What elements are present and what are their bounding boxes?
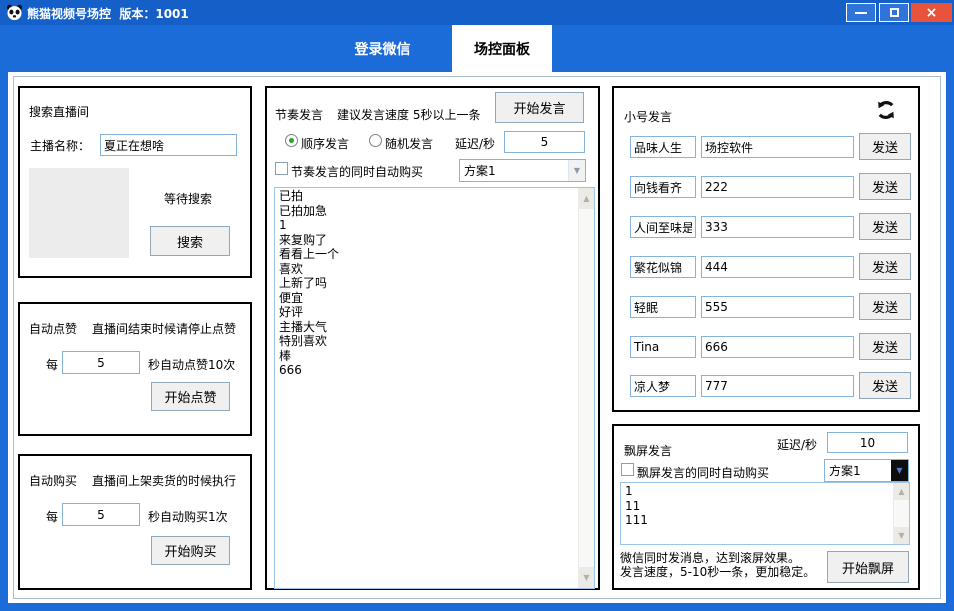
account-message-input[interactable] — [701, 296, 854, 318]
search-status-text: 等待搜索 — [164, 190, 212, 207]
radio-sequential-label: 顺序发言 — [301, 135, 349, 152]
auto-like-panel: 自动点赞 直播间结束时候请停止点赞 每 秒自动点赞10次 开始点赞 — [18, 302, 252, 436]
send-button[interactable]: 发送 — [859, 133, 911, 160]
refresh-icon[interactable] — [874, 98, 898, 122]
rhythm-plan-value: 方案1 — [460, 162, 568, 179]
buy-interval-input[interactable] — [62, 503, 140, 526]
chevron-down-icon: ▼ — [568, 160, 585, 181]
floating-messages-text[interactable]: 1 11 111 — [621, 483, 893, 544]
accounts-title: 小号发言 — [624, 108, 672, 125]
floating-speech-panel: 飘屏发言 延迟/秒 飘屏发言的同时自动购买 方案1 ▼ 1 11 111 ▲ ▼… — [612, 424, 920, 590]
buy-every-label: 每 — [46, 508, 58, 525]
account-message-input[interactable] — [701, 136, 854, 158]
anchor-name-label: 主播名称： — [30, 137, 90, 154]
start-speech-button[interactable]: 开始发言 — [495, 92, 584, 123]
floating-autobuy-label: 飘屏发言的同时自动购买 — [637, 464, 769, 481]
maximize-button[interactable] — [879, 3, 909, 22]
send-button[interactable]: 发送 — [859, 293, 911, 320]
radio-random-speech[interactable] — [369, 134, 382, 147]
small-accounts-panel: 小号发言 发送 发送 — [612, 86, 920, 412]
account-name-input[interactable] — [630, 256, 696, 278]
send-button[interactable]: 发送 — [859, 213, 911, 240]
buy-suffix-label: 秒自动购买1次 — [148, 508, 228, 525]
chevron-down-icon: ▼ — [891, 460, 908, 481]
scroll-down-icon[interactable]: ▼ — [894, 527, 909, 544]
maximize-icon — [890, 8, 899, 17]
start-floating-button[interactable]: 开始飘屏 — [827, 551, 909, 583]
floating-delay-input[interactable] — [827, 432, 908, 453]
account-name-input[interactable] — [630, 296, 696, 318]
window-title: 熊猫视频号场控 版本：1001 — [27, 5, 189, 22]
send-button[interactable]: 发送 — [859, 333, 911, 360]
auto-buy-title: 自动购买 — [29, 472, 77, 489]
anchor-name-input[interactable] — [100, 134, 237, 156]
main-content: 搜索直播间 主播名称： 等待搜索 搜索 自动点赞 直播间结束时候请停止点赞 每 … — [8, 72, 946, 603]
like-every-label: 每 — [46, 356, 58, 373]
rhythm-autobuy-checkbox[interactable] — [275, 162, 288, 175]
floating-autobuy-checkbox[interactable] — [621, 463, 634, 476]
auto-buy-hint: 直播间上架卖货的时候执行 — [92, 472, 236, 489]
account-name-input[interactable] — [630, 375, 696, 397]
title-bar: 熊猫视频号场控 版本：1001 × — [0, 0, 954, 25]
panda-logo-icon — [6, 4, 23, 21]
floating-scrollbar[interactable]: ▲ ▼ — [893, 483, 909, 544]
radio-random-label: 随机发言 — [385, 135, 433, 152]
account-name-input[interactable] — [630, 336, 696, 358]
tab-login-wechat[interactable]: 登录微信 — [330, 25, 435, 72]
account-message-input[interactable] — [701, 256, 854, 278]
send-button[interactable]: 发送 — [859, 253, 911, 280]
floating-plan-value: 方案1 — [825, 462, 891, 479]
rhythm-speech-panel: 节奏发言 建议发言速度 5秒以上一条 开始发言 顺序发言 随机发言 延迟/秒 节… — [265, 86, 600, 590]
auto-like-title: 自动点赞 — [29, 320, 77, 337]
like-interval-input[interactable] — [62, 351, 140, 374]
start-like-button[interactable]: 开始点赞 — [151, 382, 230, 411]
account-name-input[interactable] — [630, 216, 696, 238]
rhythm-hint: 建议发言速度 5秒以上一条 — [337, 106, 480, 123]
start-buy-button[interactable]: 开始购买 — [151, 536, 230, 565]
floating-messages-box: 1 11 111 ▲ ▼ — [620, 482, 910, 545]
account-name-input[interactable] — [630, 176, 696, 198]
send-button[interactable]: 发送 — [859, 173, 911, 200]
like-suffix-label: 秒自动点赞10次 — [148, 356, 235, 373]
close-button[interactable]: × — [911, 3, 952, 22]
account-name-input[interactable] — [630, 136, 696, 158]
floating-title: 飘屏发言 — [624, 442, 672, 459]
auto-buy-panel: 自动购买 直播间上架卖货的时候执行 每 秒自动购买1次 开始购买 — [18, 454, 252, 590]
app-window: 熊猫视频号场控 版本：1001 × 登录微信 场控面板 到期时间:2023-05… — [0, 0, 954, 611]
radio-sequential-speech[interactable] — [285, 134, 298, 147]
rhythm-plan-dropdown[interactable]: 方案1 ▼ — [459, 159, 586, 182]
rhythm-scrollbar[interactable]: ▲ ▼ — [578, 188, 594, 588]
tab-strip: 登录微信 场控面板 到期时间:2023-05-09 19:13:25 — [0, 25, 954, 72]
minimize-icon — [855, 12, 867, 14]
close-icon: × — [926, 5, 938, 21]
rhythm-messages-box: 已拍 已拍加急 1 来复购了 看看上一个 喜欢 上新了吗 便宜 好评 主播大气 … — [274, 187, 595, 589]
rhythm-delay-label: 延迟/秒 — [455, 135, 495, 152]
account-message-input[interactable] — [701, 336, 854, 358]
account-message-input[interactable] — [701, 216, 854, 238]
minimize-button[interactable] — [846, 3, 876, 22]
scroll-up-icon[interactable]: ▲ — [894, 483, 909, 500]
rhythm-delay-input[interactable] — [504, 131, 585, 153]
rhythm-autobuy-label: 节奏发言的同时自动购买 — [291, 163, 423, 180]
floating-plan-dropdown[interactable]: 方案1 ▼ — [824, 459, 909, 482]
rhythm-title: 节奏发言 — [275, 106, 323, 123]
floating-delay-label: 延迟/秒 — [777, 436, 817, 453]
account-message-input[interactable] — [701, 176, 854, 198]
search-button[interactable]: 搜索 — [150, 226, 230, 256]
send-button[interactable]: 发送 — [859, 372, 911, 399]
search-liveroom-panel: 搜索直播间 主播名称： 等待搜索 搜索 — [18, 86, 252, 278]
search-panel-title: 搜索直播间 — [29, 103, 89, 120]
scroll-up-icon[interactable]: ▲ — [579, 188, 594, 209]
tab-control-panel[interactable]: 场控面板 — [452, 25, 552, 72]
auto-like-hint: 直播间结束时候请停止点赞 — [92, 320, 236, 337]
rhythm-messages-text[interactable]: 已拍 已拍加急 1 来复购了 看看上一个 喜欢 上新了吗 便宜 好评 主播大气 … — [275, 188, 578, 588]
scroll-down-icon[interactable]: ▼ — [579, 567, 594, 588]
account-message-input[interactable] — [701, 375, 854, 397]
liveroom-thumbnail-placeholder — [29, 168, 129, 258]
floating-note-line2: 发言速度，5-10秒一条，更加稳定。 — [620, 563, 815, 580]
